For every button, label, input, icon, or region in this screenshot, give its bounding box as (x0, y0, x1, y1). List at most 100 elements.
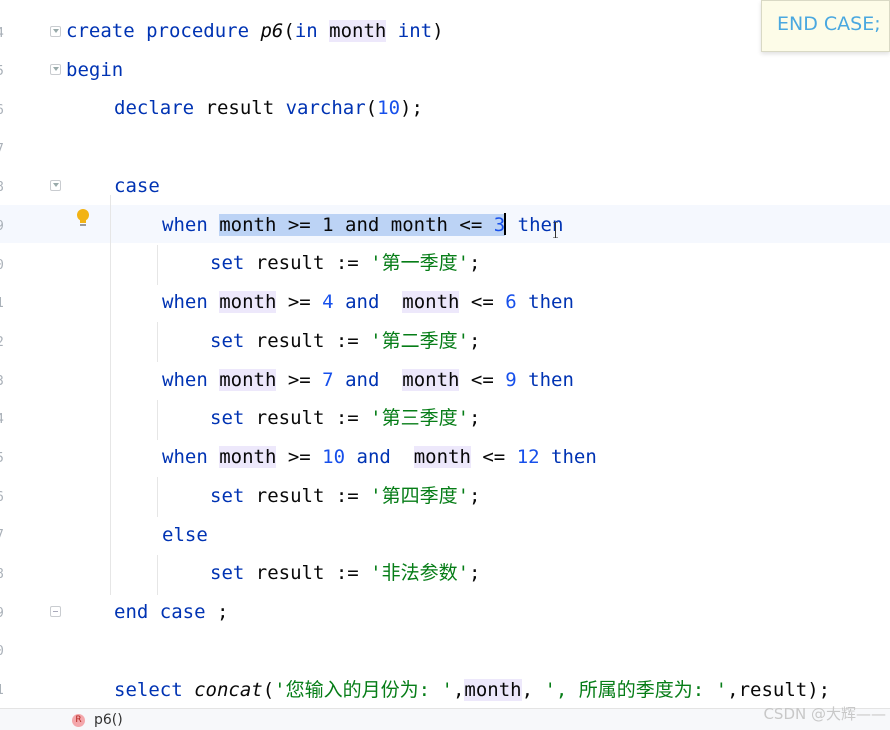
string-literal: '您输入的月份为: ' (274, 679, 453, 701)
line-number: 7 (0, 142, 6, 157)
indent-guide (157, 245, 158, 285)
operator: <= (459, 291, 506, 313)
indent-guide (157, 555, 158, 595)
string-literal: '非法参数' (370, 562, 470, 584)
indent-guide (157, 322, 158, 362)
code-line-current: when month >= 1 and month <= 3 then (162, 211, 563, 239)
variable: month (413, 446, 471, 468)
procedure-name: p6 (260, 20, 284, 42)
variable: month (464, 679, 522, 701)
context-info-popup: END CASE; (761, 0, 890, 52)
fold-toggle-icon[interactable] (50, 26, 61, 37)
string-literal: '第四季度' (370, 485, 470, 507)
popup-text: END CASE; (777, 13, 881, 35)
number: 6 (505, 291, 517, 313)
keyword: when (162, 291, 220, 313)
assignment: result := (255, 330, 371, 352)
fold-toggle-icon[interactable] (50, 180, 61, 191)
text-caret (504, 213, 507, 235)
assignment: result := (255, 562, 371, 584)
breadcrumb-procedure[interactable]: p6() (94, 712, 123, 728)
punct: ; (469, 330, 481, 352)
code-line: end case ; (114, 598, 228, 626)
keyword: set (210, 252, 256, 274)
string-literal: '第一季度' (370, 252, 470, 274)
number: 10 (322, 446, 346, 468)
punct: ; (469, 562, 481, 584)
number: 12 (516, 446, 540, 468)
code-line: declare result varchar(10); (114, 94, 423, 122)
operator: >= (276, 291, 323, 313)
editor-gutter (0, 0, 50, 729)
keyword: set (210, 562, 256, 584)
number: 4 (322, 291, 334, 313)
watermark: CSDN @大辉—— (763, 705, 886, 723)
line-number: 4 (0, 26, 6, 41)
line-number: 0 (0, 258, 6, 273)
line-number: 2 (0, 335, 6, 350)
string-literal: '第二季度' (370, 330, 470, 352)
keyword: int (397, 20, 433, 42)
breadcrumb-bar: R p6() (0, 708, 890, 730)
code-line: set result := '第二季度'; (210, 327, 481, 355)
line-number: 5 (0, 451, 6, 466)
selection: month >= 1 and month <= (219, 214, 494, 236)
keyword: set (210, 330, 256, 352)
code-line: set result := '第四季度'; (210, 482, 481, 510)
variable: month (219, 291, 277, 313)
punct: ( (365, 97, 378, 119)
indent-guide (110, 195, 111, 595)
indent-guide (157, 477, 158, 517)
fold-toggle-icon[interactable] (50, 64, 61, 75)
line-number: 7 (0, 528, 6, 543)
operator: >= (276, 369, 323, 391)
keyword: when (162, 446, 220, 468)
keyword: create procedure (66, 20, 261, 42)
punct: ; (216, 601, 229, 623)
keyword: then (516, 369, 574, 391)
code-line: begin (66, 56, 123, 84)
string-literal: '第三季度' (370, 407, 470, 429)
code-line: set result := '非法参数'; (210, 559, 481, 587)
string-literal: ', 所属的季度为: ' (544, 679, 728, 701)
code-line: set result := '第一季度'; (210, 249, 481, 277)
assignment: result := (255, 485, 371, 507)
keyword: set (210, 485, 256, 507)
keyword: in (294, 20, 330, 42)
keyword: and (333, 291, 391, 313)
code-line: create procedure p6(in month int) (66, 17, 444, 45)
keyword: set (210, 407, 256, 429)
punct: ; (469, 252, 481, 274)
code-line: when month >= 10 and month <= 12 then (162, 443, 597, 471)
function-name: concat (194, 679, 263, 701)
code-line: else (162, 521, 208, 549)
keyword: else (162, 524, 208, 546)
ibeam-cursor-icon (553, 222, 558, 238)
routine-icon: R (72, 714, 85, 727)
operator: <= (470, 446, 517, 468)
line-number: 5 (0, 64, 6, 79)
variable: month (219, 369, 277, 391)
punct: , (452, 679, 465, 701)
line-number: 8 (0, 180, 6, 195)
number: 7 (322, 369, 334, 391)
keyword: declare (114, 97, 206, 119)
keyword: and (333, 369, 391, 391)
keyword: varchar (285, 97, 366, 119)
variable: month (402, 369, 460, 391)
keyword: end case (114, 601, 217, 623)
fold-end-icon[interactable] (50, 606, 61, 617)
indent-guide (157, 400, 158, 440)
variable: month (329, 20, 387, 42)
keyword: begin (66, 59, 124, 81)
variable: month (219, 446, 277, 468)
code-line: when month >= 7 and month <= 9 then (162, 366, 574, 394)
line-number: 6 (0, 103, 6, 118)
assignment: result := (255, 407, 371, 429)
lightbulb-icon[interactable] (76, 208, 90, 228)
punct: ; (469, 407, 481, 429)
punct: ( (283, 20, 295, 42)
operator: >= (276, 446, 323, 468)
keyword: select (114, 679, 195, 701)
